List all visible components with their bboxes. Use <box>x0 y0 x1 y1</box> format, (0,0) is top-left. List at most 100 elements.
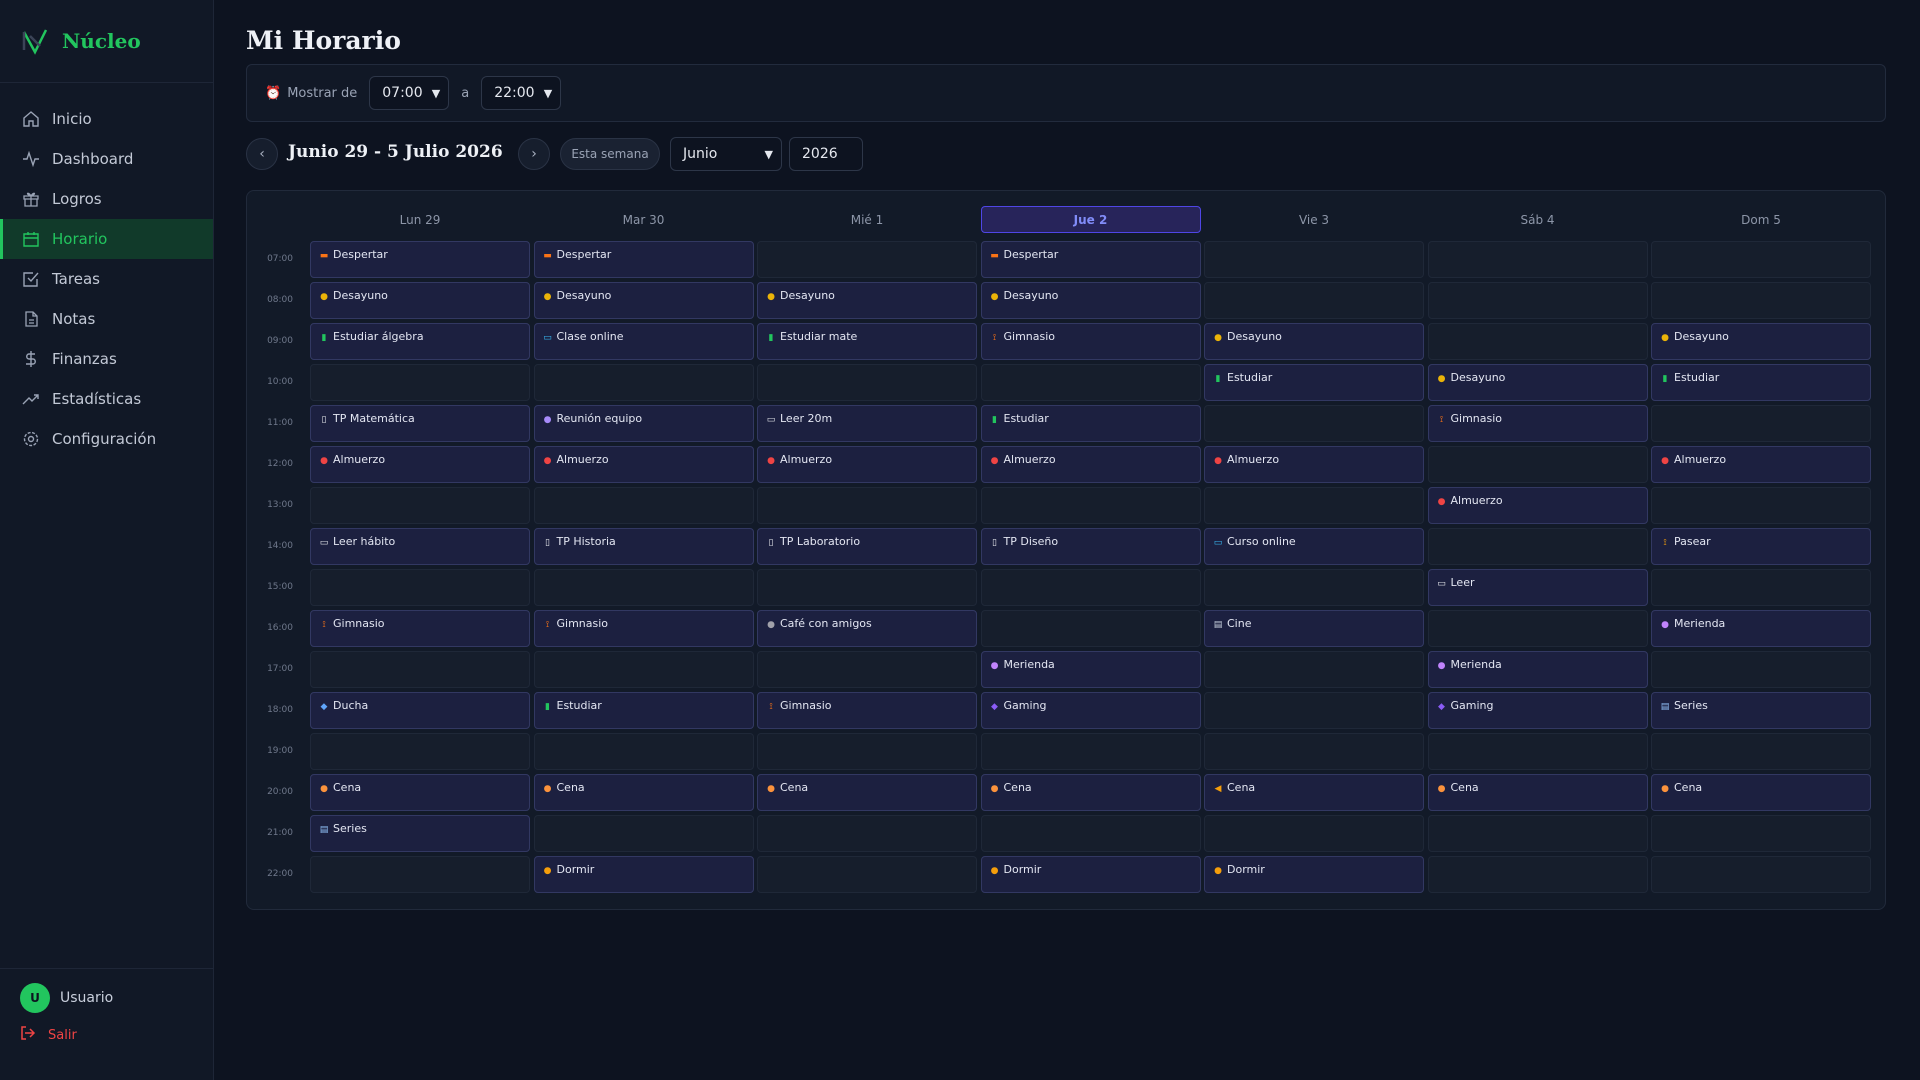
calendar-event[interactable]: ▭ Clase online <box>533 323 754 360</box>
calendar-event[interactable]: ● Almuerzo <box>1204 446 1424 483</box>
calendar-event[interactable]: ● Desayuno <box>310 282 530 319</box>
calendar-event[interactable]: ▭ Leer hábito <box>310 528 530 565</box>
calendar-event[interactable]: ● Cena <box>1651 774 1871 811</box>
calendar-slot[interactable] <box>980 733 1201 770</box>
calendar-event[interactable]: ▮ Estudiar <box>533 692 754 729</box>
calendar-event[interactable]: ◆ Ducha <box>310 692 530 729</box>
brand[interactable]: Núcleo <box>0 0 213 83</box>
calendar-slot[interactable] <box>757 487 977 524</box>
calendar-event[interactable]: ● Almuerzo <box>980 446 1201 483</box>
sidebar-item-horario[interactable]: Horario <box>0 219 213 259</box>
calendar-slot[interactable] <box>1204 282 1424 319</box>
calendar-slot[interactable] <box>1651 856 1871 893</box>
calendar-event[interactable]: ● Café con amigos <box>757 610 977 647</box>
calendar-slot[interactable] <box>1651 733 1871 770</box>
calendar-slot[interactable] <box>1204 241 1424 278</box>
calendar-slot[interactable] <box>1427 856 1648 893</box>
calendar-slot[interactable] <box>310 569 530 606</box>
sidebar-item-finanzas[interactable]: Finanzas <box>0 339 213 379</box>
calendar-slot[interactable] <box>1651 569 1871 606</box>
calendar-event[interactable]: ● Desayuno <box>1427 364 1648 401</box>
calendar-slot[interactable] <box>1651 282 1871 319</box>
calendar-slot[interactable] <box>1427 323 1648 360</box>
calendar-event[interactable]: ● Desayuno <box>1651 323 1871 360</box>
calendar-event[interactable]: ● Merienda <box>1427 651 1648 688</box>
calendar-event[interactable]: ▯ TP Historia <box>533 528 754 565</box>
calendar-event[interactable]: ● Cena <box>533 774 754 811</box>
sidebar-item-notas[interactable]: Notas <box>0 299 213 339</box>
calendar-event[interactable]: ● Reunión equipo <box>533 405 754 442</box>
calendar-slot[interactable] <box>1427 241 1648 278</box>
calendar-slot[interactable] <box>980 815 1201 852</box>
calendar-event[interactable]: ⟟ Gimnasio <box>1427 405 1648 442</box>
calendar-slot[interactable] <box>1651 651 1871 688</box>
calendar-slot[interactable] <box>980 364 1201 401</box>
calendar-slot[interactable] <box>533 733 754 770</box>
calendar-slot[interactable] <box>310 733 530 770</box>
calendar-event[interactable]: ● Cena <box>310 774 530 811</box>
calendar-event[interactable]: ▮ Estudiar <box>980 405 1201 442</box>
calendar-event[interactable]: ● Desayuno <box>1204 323 1424 360</box>
calendar-event[interactable]: ▭ Leer <box>1427 569 1648 606</box>
calendar-event[interactable]: ● Desayuno <box>533 282 754 319</box>
calendar-event[interactable]: ▤ Series <box>1651 692 1871 729</box>
this-week-button[interactable]: Esta semana <box>560 138 660 170</box>
calendar-slot[interactable] <box>757 733 977 770</box>
calendar-slot[interactable] <box>1204 569 1424 606</box>
calendar-slot[interactable] <box>533 487 754 524</box>
sidebar-item-dashboard[interactable]: Dashboard <box>0 139 213 179</box>
calendar-slot[interactable] <box>1427 528 1648 565</box>
calendar-slot[interactable] <box>757 856 977 893</box>
calendar-event[interactable]: ● Cena <box>1427 774 1648 811</box>
calendar-event[interactable]: ● Desayuno <box>757 282 977 319</box>
calendar-slot[interactable] <box>310 487 530 524</box>
calendar-slot[interactable] <box>533 569 754 606</box>
calendar-event[interactable]: ● Desayuno <box>980 282 1201 319</box>
calendar-event[interactable]: ▭ Curso online <box>1204 528 1424 565</box>
calendar-event[interactable]: ● Cena <box>980 774 1201 811</box>
calendar-slot[interactable] <box>533 364 754 401</box>
calendar-slot[interactable] <box>310 856 530 893</box>
calendar-slot[interactable] <box>533 815 754 852</box>
calendar-event[interactable]: ▭ Leer 20m <box>757 405 977 442</box>
calendar-event[interactable]: ● Almuerzo <box>757 446 977 483</box>
calendar-slot[interactable] <box>980 487 1201 524</box>
sidebar-item-estadisticas[interactable]: Estadísticas <box>0 379 213 419</box>
calendar-event[interactable]: ▯ TP Diseño <box>980 528 1201 565</box>
user-profile[interactable]: U Usuario <box>20 983 213 1013</box>
calendar-slot[interactable] <box>757 241 977 278</box>
calendar-slot[interactable] <box>533 651 754 688</box>
sidebar-item-configuracion[interactable]: Configuración <box>0 419 213 459</box>
range-from-select[interactable]: 07:00 ▼ <box>369 76 450 110</box>
calendar-slot[interactable] <box>757 569 977 606</box>
calendar-slot[interactable] <box>1651 815 1871 852</box>
calendar-event[interactable]: ▮ Estudiar <box>1651 364 1871 401</box>
calendar-event[interactable]: ▯ TP Laboratorio <box>757 528 977 565</box>
sidebar-item-inicio[interactable]: Inicio <box>0 99 213 139</box>
next-week-button[interactable]: › <box>518 138 550 170</box>
sidebar-item-tareas[interactable]: Tareas <box>0 259 213 299</box>
calendar-event[interactable]: ● Merienda <box>1651 610 1871 647</box>
calendar-slot[interactable] <box>1651 241 1871 278</box>
calendar-slot[interactable] <box>1427 733 1648 770</box>
calendar-event[interactable]: ▤ Cine <box>1204 610 1424 647</box>
calendar-event[interactable]: ● Almuerzo <box>1651 446 1871 483</box>
calendar-slot[interactable] <box>1651 487 1871 524</box>
calendar-slot[interactable] <box>757 364 977 401</box>
calendar-event[interactable]: ▮ Estudiar álgebra <box>310 323 530 360</box>
calendar-event[interactable]: ⟟ Gimnasio <box>757 692 977 729</box>
calendar-event[interactable]: ● Merienda <box>980 651 1201 688</box>
calendar-slot[interactable] <box>1204 692 1424 729</box>
calendar-slot[interactable] <box>1427 610 1648 647</box>
calendar-slot[interactable] <box>1427 446 1648 483</box>
calendar-event[interactable]: ⟟ Gimnasio <box>980 323 1201 360</box>
calendar-event[interactable]: ● Almuerzo <box>1427 487 1648 524</box>
calendar-event[interactable]: ▯ TP Matemática <box>310 405 530 442</box>
calendar-slot[interactable] <box>1427 282 1648 319</box>
calendar-slot[interactable] <box>1204 487 1424 524</box>
calendar-event[interactable]: ⟟ Pasear <box>1651 528 1871 565</box>
calendar-event[interactable]: ▮ Estudiar <box>1204 364 1424 401</box>
calendar-event[interactable]: ● Dormir <box>980 856 1201 893</box>
calendar-slot[interactable] <box>980 610 1201 647</box>
calendar-slot[interactable] <box>1427 815 1648 852</box>
